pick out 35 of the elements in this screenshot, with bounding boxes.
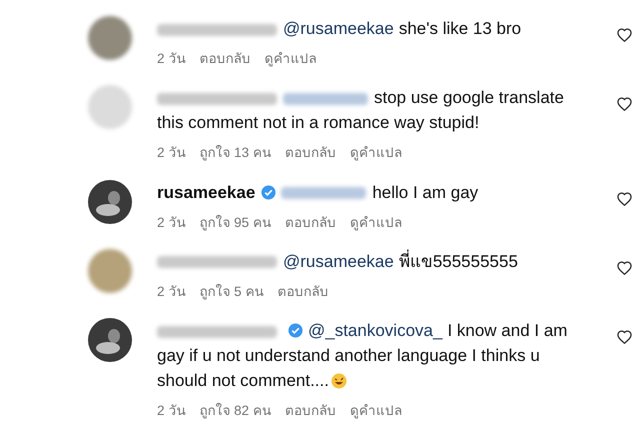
heart-icon[interactable] bbox=[617, 28, 632, 42]
comment-action[interactable]: ถูกใจ 95 คน bbox=[199, 212, 271, 233]
comment-text: should not comment.... bbox=[157, 371, 329, 390]
comment-action[interactable]: ดูคำแปล bbox=[264, 49, 316, 70]
comment-time: 2 วัน bbox=[157, 144, 186, 162]
mention-link[interactable]: @rusameekae bbox=[283, 252, 394, 271]
mention-link[interactable]: @_stankovicova_ bbox=[308, 321, 442, 340]
comment-time: 2 วัน bbox=[157, 402, 186, 420]
comment-action[interactable]: ดูคำแปล bbox=[350, 212, 402, 233]
heart-icon[interactable] bbox=[617, 330, 632, 344]
heart-icon[interactable] bbox=[617, 192, 632, 206]
comment-time: 2 วัน bbox=[157, 50, 186, 68]
comment-action[interactable]: ถูกใจ 82 คน bbox=[199, 401, 271, 422]
mention-link[interactable]: @rusameekae bbox=[283, 19, 394, 38]
comment-time: 2 วัน bbox=[157, 214, 186, 232]
comment-text: she's like 13 bro bbox=[398, 19, 522, 38]
comment-action[interactable]: ถูกใจ 5 คน bbox=[199, 282, 264, 302]
comment-text: stop use google translate bbox=[374, 88, 564, 108]
comment-text: hello I am gay bbox=[372, 182, 478, 202]
comment-text: พี่แข555555555 bbox=[398, 252, 518, 271]
comment-action[interactable]: ถูกใจ 13 คน bbox=[199, 143, 271, 164]
heart-icon[interactable] bbox=[617, 260, 632, 275]
comment-text: this comment not in a romance way stupid! bbox=[157, 113, 480, 132]
comment-action[interactable]: ตอบกลับ bbox=[284, 212, 336, 233]
comment-action[interactable]: ดูคำแปล bbox=[350, 143, 402, 164]
comment-action[interactable]: ตอบกลับ bbox=[277, 282, 328, 302]
comment-time: 2 วัน bbox=[157, 282, 186, 301]
comment-action[interactable]: ตอบกลับ bbox=[284, 143, 336, 164]
comment-author[interactable]: rusameekae bbox=[157, 182, 256, 202]
comment-action[interactable]: ตอบกลับ bbox=[284, 401, 336, 422]
comment-text: gay if u not understand another language I thinks u bbox=[157, 346, 540, 365]
comment-action[interactable]: ดูคำแปล bbox=[350, 401, 402, 422]
heart-icon[interactable] bbox=[617, 97, 632, 112]
comment-action[interactable]: ตอบกลับ bbox=[199, 49, 250, 70]
comment-text: I know and I am bbox=[447, 321, 568, 340]
